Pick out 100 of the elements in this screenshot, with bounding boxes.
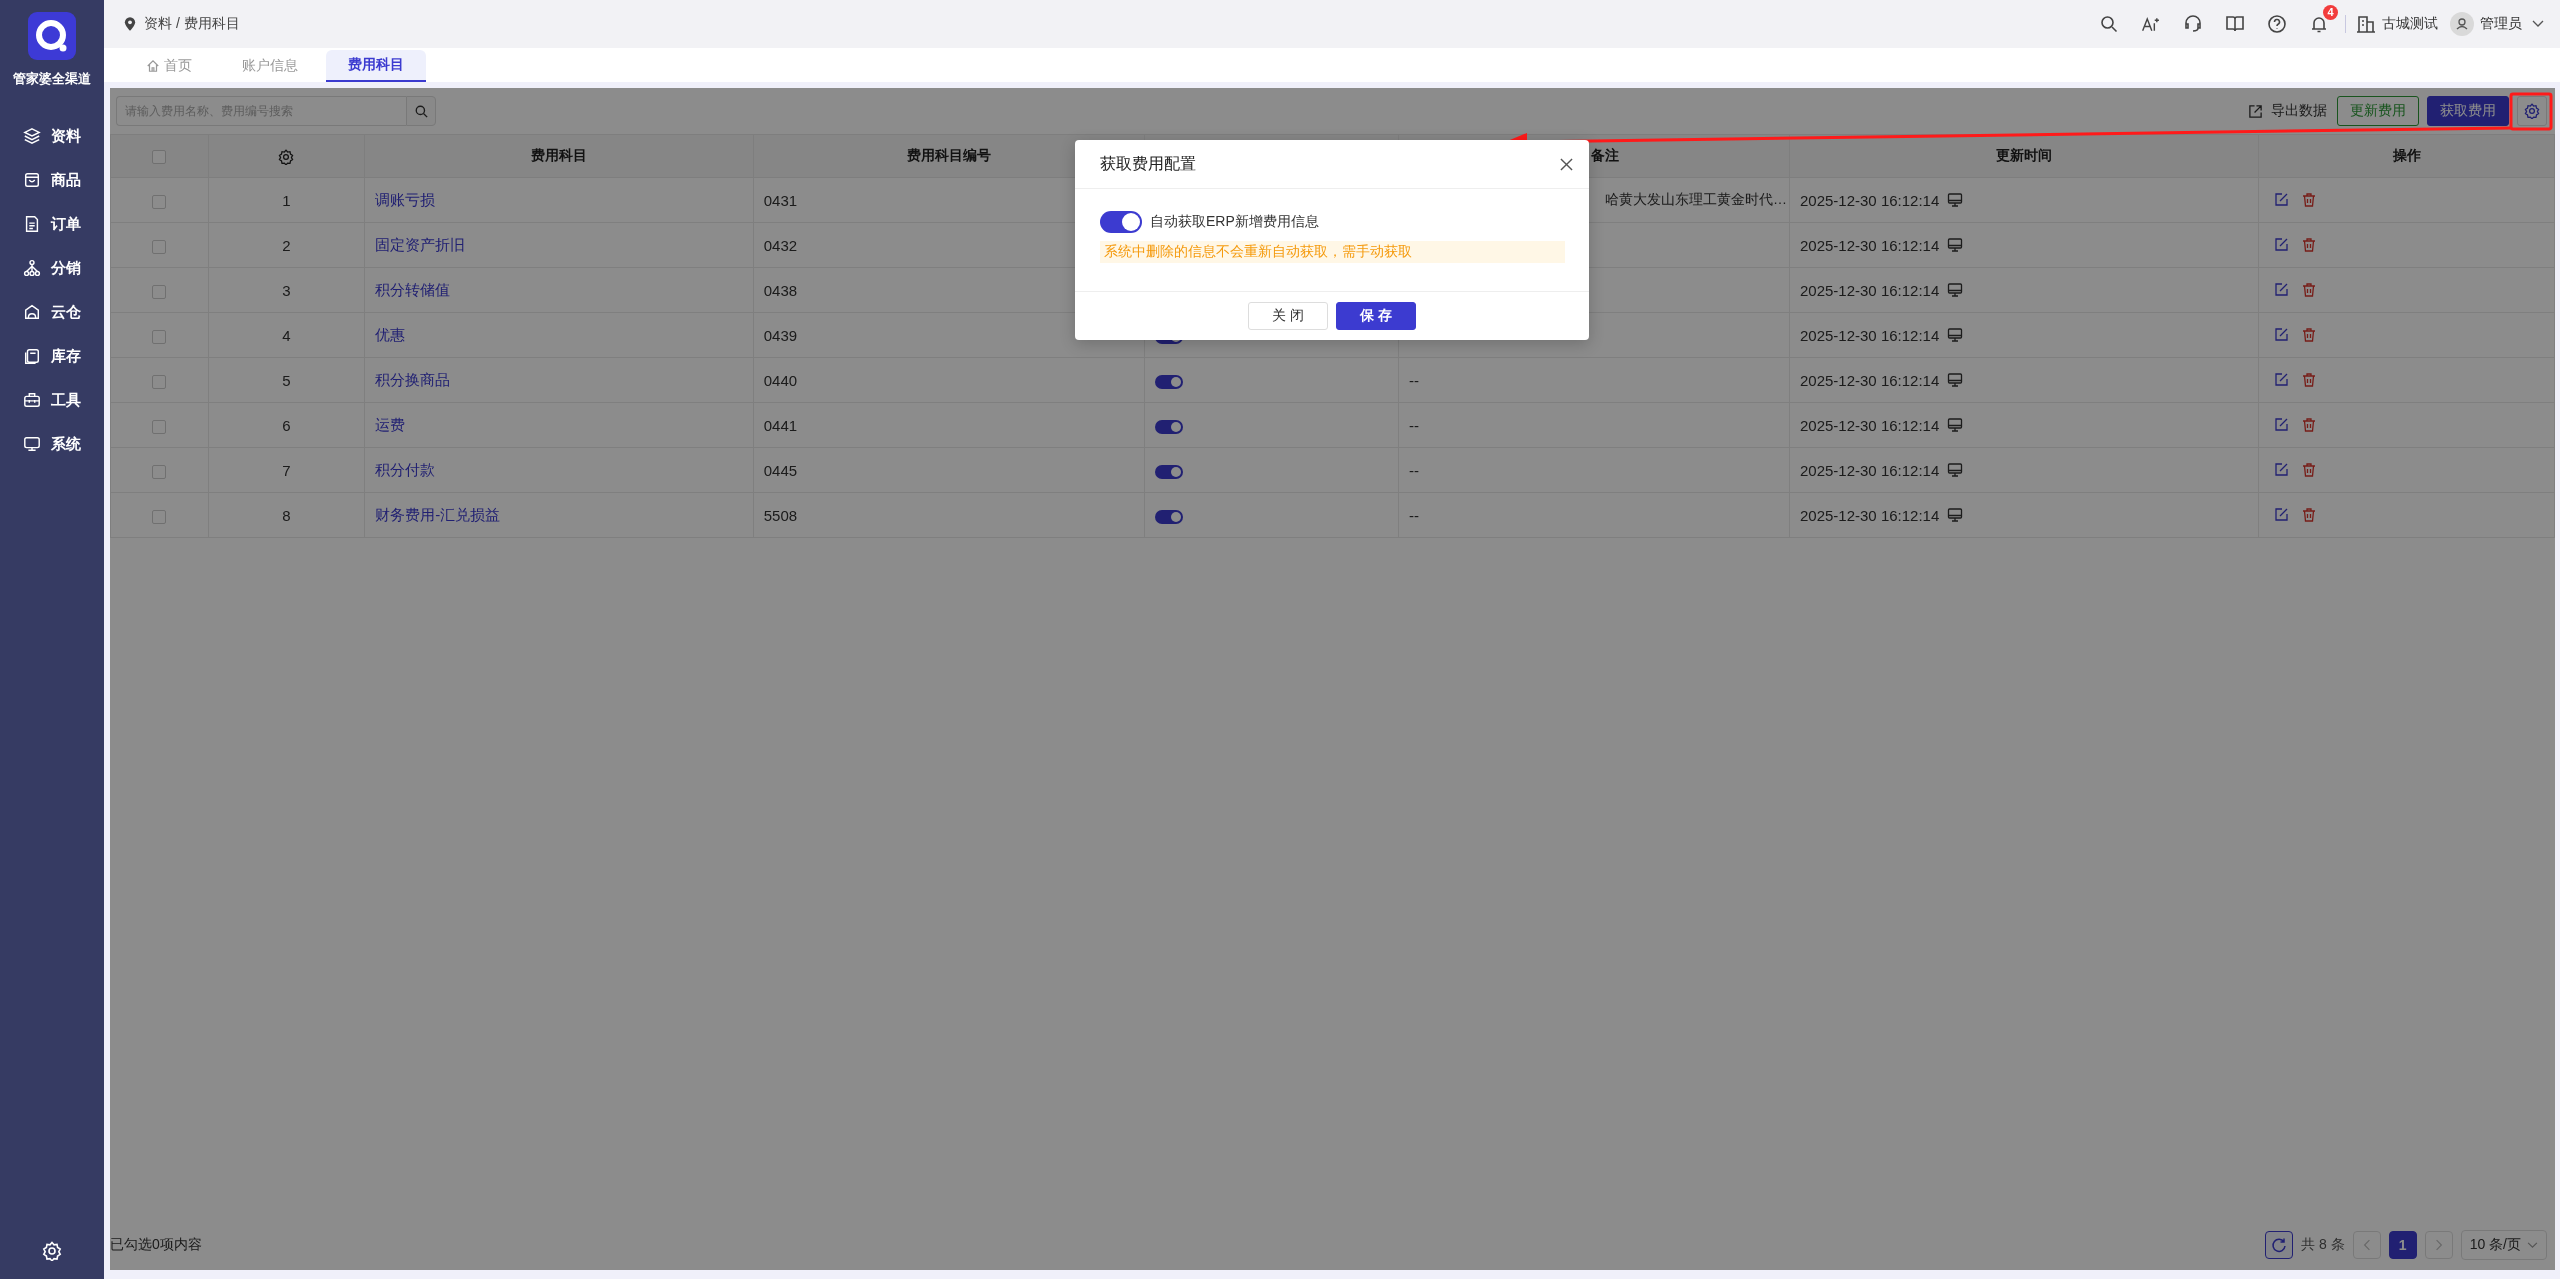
tab[interactable]: 首页 — [124, 50, 214, 82]
edit-icon[interactable] — [2273, 327, 2290, 343]
toggle-switch[interactable] — [1154, 509, 1183, 524]
building-icon — [2356, 14, 2376, 34]
checkbox[interactable] — [152, 284, 167, 299]
edit-icon[interactable] — [2273, 192, 2290, 208]
expense-name-link[interactable]: 运费 — [375, 415, 406, 433]
sidebar-item[interactable]: 分销 — [23, 248, 81, 288]
checkbox[interactable] — [152, 464, 167, 479]
monitor-icon — [1947, 192, 1964, 208]
trash-icon[interactable] — [2301, 372, 2318, 388]
highlight-frame — [2509, 92, 2553, 131]
sidebar-item[interactable]: 云仓 — [23, 292, 81, 332]
chevron-down-icon — [2527, 1241, 2538, 1249]
sidebar-item[interactable]: 系统 — [23, 424, 81, 464]
checkbox[interactable] — [152, 329, 167, 344]
edit-icon[interactable] — [2273, 462, 2290, 478]
table-cell: 2025-12-30 16:12:14 — [1800, 371, 1940, 389]
edit-icon[interactable] — [2273, 282, 2290, 298]
table-cell: 0445 — [763, 461, 798, 479]
primary-button[interactable]: 获取费用 — [2427, 96, 2509, 126]
row-number: 3 — [282, 281, 291, 299]
outline-button[interactable]: 更新费用 — [2337, 96, 2419, 126]
trash-icon[interactable] — [2301, 192, 2318, 208]
tab[interactable]: 账户信息 — [220, 50, 320, 82]
expense-name-link[interactable]: 优惠 — [375, 325, 406, 343]
expense-name-link[interactable]: 调账亏损 — [375, 190, 436, 208]
tab[interactable]: 费用科目 — [326, 50, 426, 82]
option-label: 自动获取ERP新增费用信息 — [1150, 213, 1319, 231]
refresh-icon — [2271, 1237, 2288, 1253]
checkbox[interactable] — [152, 194, 167, 209]
page-button[interactable]: 1 — [2388, 1231, 2417, 1259]
cloud-house-icon — [23, 303, 41, 321]
sidebar-item[interactable]: 资料 — [23, 116, 81, 156]
sidebar-item[interactable]: 订单 — [23, 204, 81, 244]
table-cell: 5508 — [763, 506, 798, 524]
edit-icon[interactable] — [2273, 507, 2290, 523]
trash-icon[interactable] — [2301, 282, 2318, 298]
page-size-select[interactable]: 10 条/页 — [2460, 1230, 2547, 1260]
expense-name-link[interactable]: 积分转储值 — [375, 280, 451, 298]
table-cell: 2025-12-30 16:12:14 — [1800, 281, 1940, 299]
row-number: 8 — [282, 506, 291, 524]
expense-name-link[interactable]: 积分换商品 — [375, 370, 451, 388]
edit-icon[interactable] — [2273, 237, 2290, 253]
search-icon[interactable] — [2099, 14, 2119, 34]
table-cell: 2025-12-30 16:12:14 — [1800, 461, 1940, 479]
monitor-icon — [1947, 462, 1964, 478]
chevron-down-icon[interactable] — [2532, 20, 2544, 28]
refresh-button[interactable] — [2265, 1231, 2294, 1259]
row-number: 1 — [282, 191, 291, 209]
trash-icon[interactable] — [2301, 237, 2318, 253]
chevron-right-icon — [2434, 1239, 2443, 1251]
network-icon — [23, 259, 41, 277]
table-cell: 哈黄大发山东理工黄金时代… — [1605, 191, 1787, 207]
headset-icon[interactable] — [2183, 14, 2203, 34]
user-name[interactable]: 管理员 — [2480, 15, 2522, 33]
toggle-switch[interactable] — [1154, 374, 1183, 389]
checkbox[interactable] — [152, 509, 167, 524]
table-cell: 2025-12-30 16:12:14 — [1800, 326, 1940, 344]
monitor-icon — [1947, 507, 1964, 523]
expense-name-link[interactable]: 财务费用-汇兑损益 — [375, 505, 501, 523]
close-icon[interactable] — [1560, 157, 1573, 171]
trash-icon[interactable] — [2301, 417, 2318, 433]
settings-button[interactable] — [2517, 96, 2547, 126]
close-button[interactable]: 关 闭 — [1248, 302, 1328, 330]
checkbox[interactable] — [152, 150, 167, 165]
trash-icon[interactable] — [2301, 507, 2318, 523]
save-button[interactable]: 保 存 — [1336, 302, 1416, 330]
toggle-switch[interactable] — [1154, 419, 1183, 434]
checkbox[interactable] — [152, 374, 167, 389]
export-icon[interactable] — [2248, 103, 2263, 119]
bell-icon[interactable] — [2309, 14, 2329, 34]
company-name[interactable]: 古城测试 — [2382, 15, 2438, 33]
table-cell: 2025-12-30 16:12:14 — [1800, 416, 1940, 434]
table-cell: 2025-12-30 16:12:14 — [1800, 191, 1940, 209]
toggle-switch[interactable] — [1154, 464, 1183, 479]
book-icon[interactable] — [2225, 14, 2245, 34]
export-link[interactable]: 导出数据 — [2271, 102, 2327, 120]
breadcrumb: 资料 / 费用科目 — [144, 15, 240, 33]
sidebar-item[interactable]: 商品 — [23, 160, 81, 200]
avatar-icon[interactable] — [2450, 12, 2474, 36]
edit-icon[interactable] — [2273, 372, 2290, 388]
trash-icon[interactable] — [2301, 327, 2318, 343]
table-cell: -- — [1408, 416, 1419, 434]
selection-count: 已勾选0项内容 — [110, 1236, 202, 1254]
archive-icon — [23, 347, 41, 365]
search-button[interactable] — [406, 96, 436, 126]
trash-icon[interactable] — [2301, 462, 2318, 478]
help-icon[interactable] — [2267, 14, 2287, 34]
expense-name-link[interactable]: 固定资产折旧 — [375, 235, 466, 253]
checkbox[interactable] — [152, 239, 167, 254]
settings-icon[interactable] — [278, 148, 295, 165]
sidebar-item[interactable]: 库存 — [23, 336, 81, 376]
toggle-switch[interactable] — [1100, 211, 1142, 233]
column-header: 操作 — [2392, 147, 2421, 163]
edit-icon[interactable] — [2273, 417, 2290, 433]
notification-badge: 4 — [2323, 5, 2338, 20]
sidebar-item[interactable]: 工具 — [23, 380, 81, 420]
expense-name-link[interactable]: 积分付款 — [375, 460, 436, 478]
checkbox[interactable] — [152, 419, 167, 434]
